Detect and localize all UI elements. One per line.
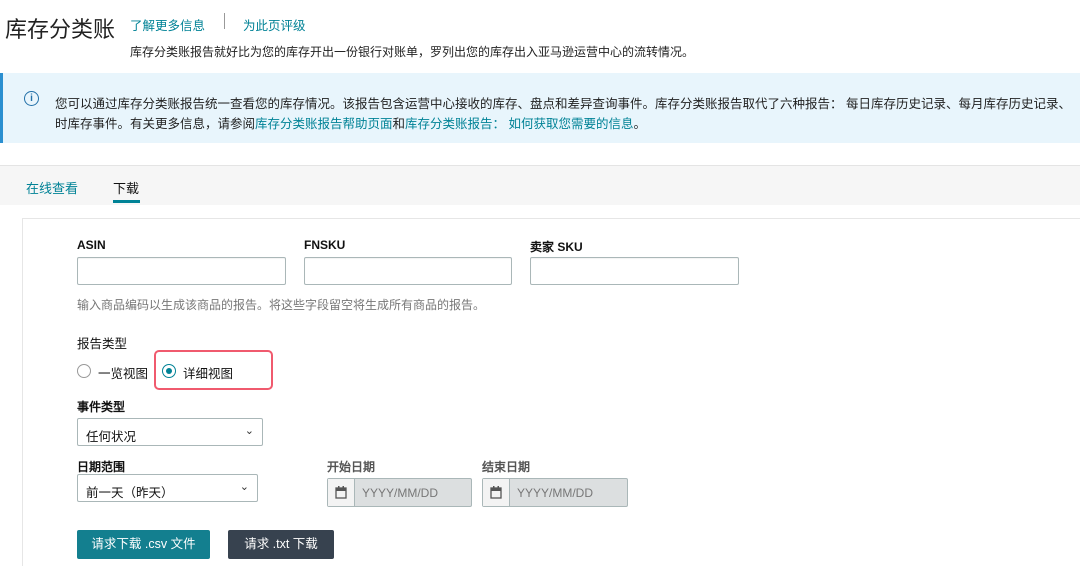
date-range-value: 前一天（昨天） bbox=[86, 486, 174, 500]
date-range-select[interactable]: 前一天（昨天） ⌄ bbox=[77, 474, 258, 502]
page-subtitle: 库存分类账报告就好比为您的库存开出一份银行对账单，罗列出您的库存出入亚马逊运营中… bbox=[130, 45, 695, 59]
banner-text-2: 时库存事件。有关更多信息，请参阅库存分类账报告帮助页面和库存分类账报告： 如何获… bbox=[55, 113, 646, 132]
page-title: 库存分类账 bbox=[5, 17, 116, 42]
divider bbox=[224, 13, 225, 29]
summary-view-label[interactable]: 一览视图 bbox=[98, 363, 148, 382]
highlight-box bbox=[154, 350, 273, 390]
seller-sku-label: 卖家 SKU bbox=[530, 240, 583, 254]
date-range-label: 日期范围 bbox=[77, 460, 126, 474]
start-date-placeholder: YYYY/MM/DD bbox=[362, 486, 439, 500]
asin-input[interactable] bbox=[77, 257, 286, 285]
input-hint: 输入商品编码以生成该商品的报告。将这些字段留空将生成所有商品的报告。 bbox=[77, 298, 486, 312]
request-csv-button[interactable]: 请求下载 .csv 文件 bbox=[77, 530, 210, 559]
tab-download[interactable]: 下载 bbox=[113, 178, 139, 197]
chevron-down-icon: ⌄ bbox=[244, 425, 254, 437]
seller-sku-input[interactable] bbox=[530, 257, 739, 285]
tab-bar bbox=[0, 165, 1080, 205]
banner-and: 和 bbox=[392, 117, 406, 131]
banner-end: 。 bbox=[633, 117, 647, 131]
learn-more-link[interactable]: 了解更多信息 bbox=[130, 15, 205, 34]
rate-page-link[interactable]: 为此页评级 bbox=[243, 15, 306, 34]
end-date-placeholder: YYYY/MM/DD bbox=[517, 486, 594, 500]
report-type-label: 报告类型 bbox=[77, 337, 128, 351]
start-date-label: 开始日期 bbox=[327, 460, 376, 474]
end-date-input[interactable]: YYYY/MM/DD bbox=[482, 478, 628, 507]
banner-text: 您可以通过库存分类账报告统一查看您的库存情况。该报告包含运营中心接收的库存、盘点… bbox=[55, 97, 1071, 111]
active-tab-indicator bbox=[113, 200, 140, 203]
end-date-label: 结束日期 bbox=[482, 460, 531, 474]
calendar-icon[interactable] bbox=[328, 479, 355, 506]
tab-online-view[interactable]: 在线查看 bbox=[26, 178, 78, 197]
asin-label: ASIN bbox=[77, 238, 106, 252]
request-txt-button[interactable]: 请求 .txt 下载 bbox=[228, 530, 334, 559]
event-type-select[interactable]: 任何状况 ⌄ bbox=[77, 418, 263, 446]
radio-summary-view[interactable] bbox=[77, 364, 91, 378]
calendar-icon[interactable] bbox=[483, 479, 510, 506]
fnsku-label: FNSKU bbox=[304, 238, 346, 252]
help-page-link[interactable]: 库存分类账报告帮助页面 bbox=[255, 117, 393, 131]
info-icon: i bbox=[24, 91, 39, 106]
fnsku-input[interactable] bbox=[304, 257, 512, 285]
event-type-label: 事件类型 bbox=[77, 400, 126, 414]
banner-text-prefix: 时库存事件。有关更多信息，请参阅 bbox=[55, 117, 256, 131]
chevron-down-icon: ⌄ bbox=[239, 481, 249, 493]
start-date-input[interactable]: YYYY/MM/DD bbox=[327, 478, 472, 507]
guide-link[interactable]: 库存分类账报告： 如何获取您需要的信息 bbox=[405, 117, 633, 131]
event-type-value: 任何状况 bbox=[86, 430, 137, 444]
